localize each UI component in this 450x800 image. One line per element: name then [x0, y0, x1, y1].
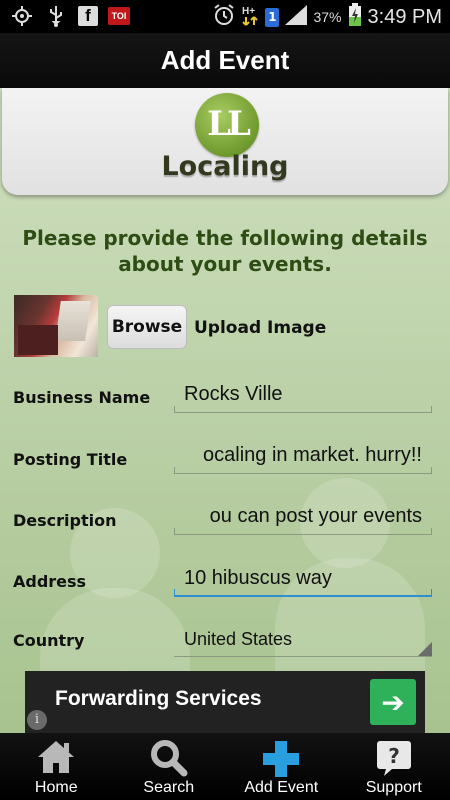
nav-add-event-label: Add Event: [244, 779, 319, 796]
page-title: Add Event: [160, 45, 290, 75]
posting-title-value: ocaling in market. hurry!!: [203, 444, 422, 466]
help-icon: ?: [374, 739, 414, 781]
thumbnail-detail: [18, 325, 58, 355]
thumbnail-detail: [55, 301, 91, 341]
gps-icon: [10, 5, 34, 27]
address-value: 10 hibuscus way: [184, 567, 332, 589]
nav-search-label: Search: [143, 779, 195, 796]
logo-name: Localing: [161, 151, 289, 182]
description-input[interactable]: ou can post your events: [174, 503, 432, 535]
country-label: Country: [13, 631, 85, 650]
title-bar: Add Event: [0, 33, 450, 88]
signal-icon: [285, 5, 308, 29]
posting-title-input[interactable]: ocaling in market. hurry!!: [174, 442, 432, 474]
svg-text:?: ?: [388, 744, 400, 768]
business-name-value: Rocks Ville: [184, 383, 283, 405]
address-input[interactable]: 10 hibuscus way: [174, 565, 432, 597]
clock: 3:49 PM: [367, 5, 442, 28]
ad-arrow-button[interactable]: ➔: [370, 679, 416, 725]
browse-button[interactable]: Browse: [107, 305, 187, 349]
event-image-thumbnail[interactable]: [14, 295, 98, 357]
posting-title-label: Posting Title: [13, 450, 128, 469]
battery-percent: 37%: [313, 9, 342, 25]
home-icon: [36, 739, 76, 779]
description-value: ou can post your events: [209, 505, 422, 527]
form-content[interactable]: LL Localing Please provide the following…: [0, 88, 450, 733]
country-select[interactable]: United States: [184, 629, 292, 650]
nav-add-event[interactable]: Add Event: [225, 733, 338, 800]
data-transfer-icon: H+: [241, 4, 259, 30]
logo-banner: LL Localing: [2, 88, 448, 195]
search-icon: [150, 739, 188, 781]
status-bar: f TOI H+ 1 37% 3:49 PM: [0, 0, 450, 33]
plus-icon: [261, 739, 301, 783]
battery-charging-icon: [348, 3, 362, 31]
bottom-nav: Home Search Add Event ? Support: [0, 733, 450, 800]
business-name-label: Business Name: [13, 388, 151, 407]
facebook-icon: f: [78, 6, 98, 26]
nav-home[interactable]: Home: [0, 733, 113, 800]
localing-logo: LL: [195, 93, 259, 157]
usb-icon: [44, 5, 68, 27]
address-label: Address: [13, 572, 87, 591]
toi-icon: TOI: [108, 7, 130, 25]
nav-support[interactable]: ? Support: [338, 733, 450, 800]
sim-icon: 1: [265, 7, 280, 27]
ad-text[interactable]: Forwarding Services: [55, 687, 262, 711]
ad-banner[interactable]: Forwarding Services ➔: [25, 671, 425, 733]
upload-image-label: Upload Image: [194, 318, 327, 338]
nav-support-label: Support: [365, 779, 422, 796]
alarm-icon: [213, 4, 235, 30]
business-name-input[interactable]: Rocks Ville: [174, 381, 432, 413]
svg-text:H+: H+: [242, 6, 255, 17]
nav-home-label: Home: [34, 779, 78, 796]
dropdown-arrow-icon[interactable]: [418, 642, 432, 656]
nav-search[interactable]: Search: [113, 733, 226, 800]
ad-info-icon[interactable]: i: [27, 710, 47, 730]
country-select-underline: [174, 656, 432, 657]
description-label: Description: [13, 511, 117, 530]
form-instructions: Please provide the following details abo…: [22, 226, 428, 276]
